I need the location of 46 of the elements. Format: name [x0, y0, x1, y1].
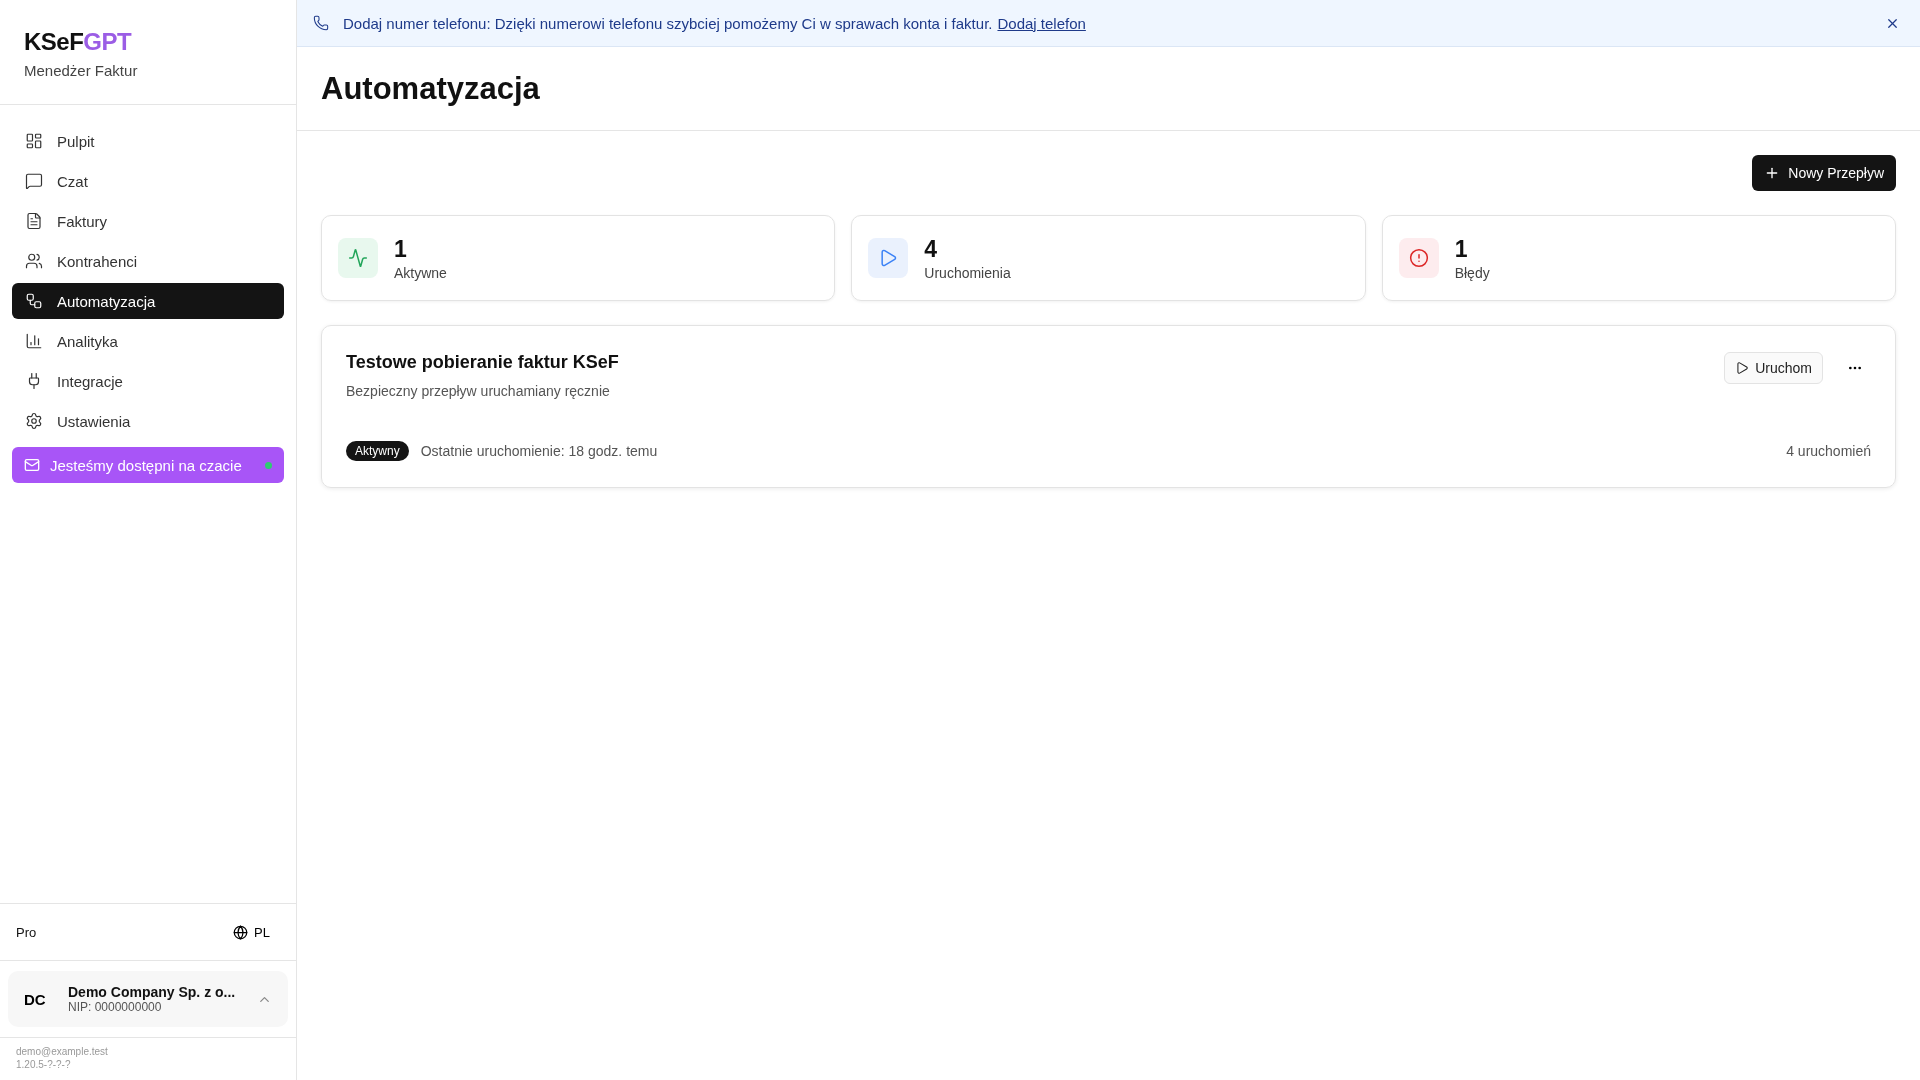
stat-value: 1: [394, 235, 408, 263]
users-icon: [25, 252, 43, 270]
nav-item[interactable]: Ustawienia: [12, 403, 284, 439]
play-icon: [868, 238, 909, 278]
settings-icon: [25, 412, 43, 430]
workflow-icon: [25, 292, 43, 310]
chat-button[interactable]: Jesteśmy dostępni na czacie: [12, 447, 284, 483]
last-run-text: Ostatnie uruchomienie: 18 godz. temu: [420, 443, 658, 459]
flow-description: Bezpieczny przepływ uruchamiany ręcznie: [346, 383, 611, 399]
dashboard-icon: [25, 132, 43, 150]
run-count: 4 uruchomień: [1786, 443, 1871, 459]
plan-label: Pro: [16, 924, 37, 940]
app-subtitle: Menedżer Faktur: [24, 62, 139, 79]
stat-label: Uruchomienia: [924, 264, 1011, 281]
nav-item[interactable]: Faktury: [12, 203, 284, 239]
stat-label: Błędy: [1454, 264, 1490, 281]
run-button[interactable]: Uruchom: [1724, 352, 1823, 384]
document-icon: [25, 212, 43, 230]
language-button[interactable]: PL: [233, 924, 270, 940]
flow-title: Testowe pobieranie faktur KSeF: [346, 352, 620, 373]
chat-icon: [25, 172, 43, 190]
nav-item[interactable]: Automatyzacja: [12, 283, 284, 319]
new-flow-button[interactable]: Nowy Przepływ: [1752, 155, 1896, 191]
mail-icon: [24, 457, 40, 473]
nav-item[interactable]: Integracje: [12, 363, 284, 399]
nav-item[interactable]: Kontrahenci: [12, 243, 284, 279]
pulse-icon: [338, 238, 378, 278]
stat-value: 1: [1454, 235, 1469, 263]
alert-icon: [1398, 238, 1439, 278]
user-email: demo@example.test: [16, 1046, 109, 1057]
nav-item[interactable]: Pulpit: [12, 123, 284, 159]
page-title: Automatyzacja: [321, 70, 540, 107]
bar-chart-icon: [25, 332, 43, 350]
status-badge: Aktywny: [346, 441, 409, 461]
stat-value: 4: [924, 235, 939, 263]
globe-icon: [233, 924, 249, 940]
logo: KSeFGPT: [24, 28, 133, 56]
nav-item[interactable]: Czat: [12, 163, 284, 199]
company-switcher[interactable]: DC Demo Company Sp. z o... NIP: 0000000000: [8, 971, 288, 1027]
phone-icon: [313, 15, 329, 31]
version-text: 1.20.5-?-?-?: [16, 1059, 72, 1070]
add-phone-link[interactable]: Dodaj telefon: [997, 14, 1086, 32]
nav-item[interactable]: Analityka: [12, 323, 284, 359]
play-icon: [1735, 361, 1750, 375]
stat-label: Aktywne: [394, 264, 447, 281]
banner-text: Dodaj numer telefonu: Dzięki numerowi telefonu szybciej pomożemy Ci w sprawach konta i faktur. Dodaj telefon: [343, 14, 1087, 32]
